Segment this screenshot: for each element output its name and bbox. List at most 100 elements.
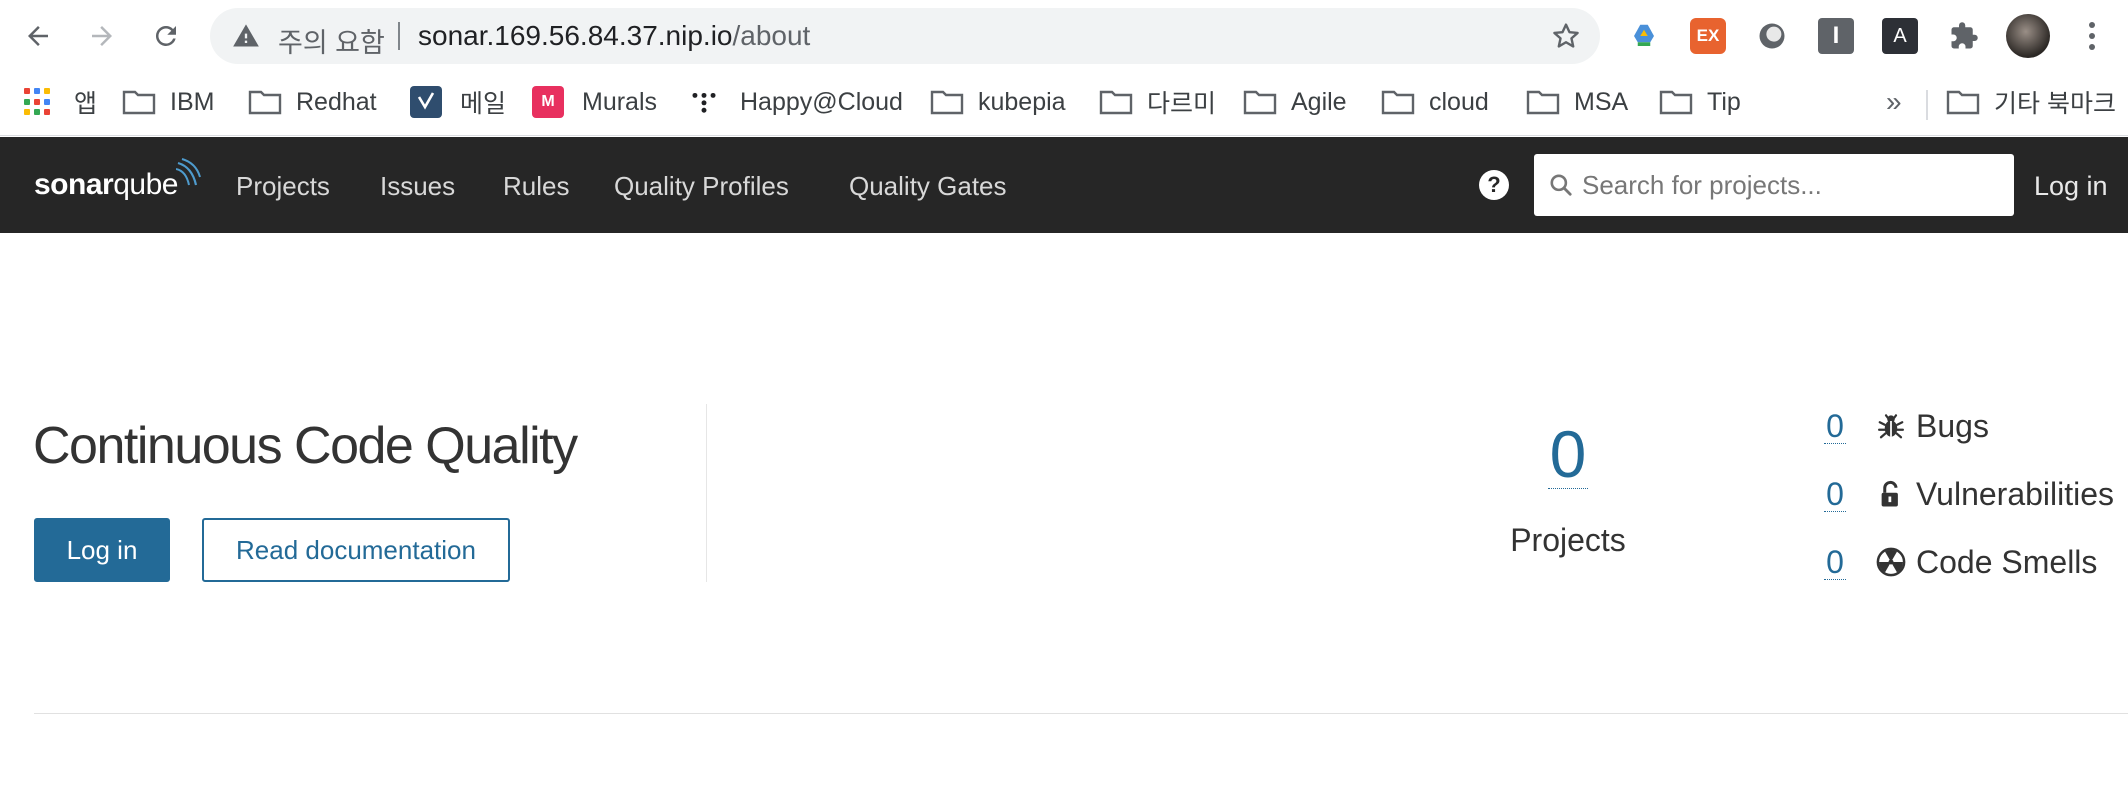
circle-orb-icon xyxy=(1759,23,1785,49)
folder-icon xyxy=(122,90,156,115)
bookmark-mail[interactable]: 메일 xyxy=(410,84,506,120)
back-button[interactable] xyxy=(16,14,60,58)
metric-vulnerabilities: 0 Vulnerabilities xyxy=(1824,472,2114,516)
mural-icon: M xyxy=(532,86,564,118)
bookmark-murals[interactable]: M Murals xyxy=(532,84,657,120)
bookmark-folder-cloud[interactable]: cloud xyxy=(1381,84,1489,120)
sonar-waves-icon xyxy=(175,158,201,186)
bookmark-label: Tip xyxy=(1707,87,1741,116)
nav-quality-profiles[interactable]: Quality Profiles xyxy=(614,171,789,202)
forward-arrow-icon xyxy=(92,26,112,46)
radiation-icon xyxy=(1876,547,1906,577)
extension-instapaper[interactable]: I xyxy=(1818,18,1854,54)
bookmark-star-icon[interactable] xyxy=(1550,20,1582,52)
extension-ex[interactable]: EX xyxy=(1690,18,1726,54)
nav-issues[interactable]: Issues xyxy=(380,171,455,202)
address-bar[interactable]: 주의 요함 sonar.169.56.84.37.nip.io/about xyxy=(210,8,1600,64)
extensions-puzzle-button[interactable] xyxy=(1946,18,1982,54)
vulnerabilities-label: Vulnerabilities xyxy=(1916,475,2115,512)
folder-icon xyxy=(930,90,964,115)
folder-icon xyxy=(1099,90,1133,115)
bookmark-label: kubepia xyxy=(978,87,1066,116)
search-input[interactable] xyxy=(1582,154,2002,216)
extension-circle-icon[interactable] xyxy=(1754,18,1790,54)
bookmark-folder-kubepia[interactable]: kubepia xyxy=(930,84,1066,120)
help-icon[interactable]: ? xyxy=(1479,170,1509,200)
nav-rules[interactable]: Rules xyxy=(503,171,569,202)
folder-icon xyxy=(1946,90,1980,115)
lock-open-icon xyxy=(1881,480,1898,507)
bookmark-label: IBM xyxy=(170,87,215,116)
bookmark-label: 메일 xyxy=(460,90,507,118)
back-arrow-icon xyxy=(28,26,48,46)
bookmarks-overflow-button[interactable]: » xyxy=(1886,86,1902,118)
browser-menu-icon[interactable] xyxy=(2080,18,2104,54)
bookmark-folder-darumi[interactable]: 다르미 xyxy=(1099,84,1216,120)
extension-a[interactable]: A xyxy=(1882,18,1918,54)
bookmark-label: Agile xyxy=(1291,87,1347,116)
read-documentation-button[interactable]: Read documentation xyxy=(202,518,510,582)
bookmark-folder-msa[interactable]: MSA xyxy=(1526,84,1628,120)
nav-quality-gates[interactable]: Quality Gates xyxy=(849,171,1007,202)
forward-button[interactable] xyxy=(80,14,124,58)
page-headline: Continuous Code Quality xyxy=(33,417,578,475)
sonarqube-logo[interactable]: sonar qube xyxy=(34,158,202,209)
reload-button[interactable] xyxy=(144,14,188,58)
search-icon xyxy=(1550,174,1572,196)
bookmark-folder-other[interactable]: 기타 북마크 xyxy=(1946,84,2116,120)
code-smells-count[interactable]: 0 xyxy=(1824,545,1846,580)
bookmark-label: 앱 xyxy=(74,90,98,118)
sonarqube-navbar: sonar qube Projects Issues Rules Quality … xyxy=(0,137,2128,233)
mail-app-icon xyxy=(410,86,442,118)
bookmark-folder-redhat[interactable]: Redhat xyxy=(248,84,377,120)
projects-label: Projects xyxy=(1510,522,1626,558)
folder-icon xyxy=(1381,90,1415,115)
warning-icon xyxy=(233,24,259,47)
bookmark-label: 기타 북마크 xyxy=(1994,90,2116,118)
nav-login-link[interactable]: Log in xyxy=(2034,171,2108,202)
logo-text-sonar: sonar xyxy=(34,168,114,201)
bookmark-label: MSA xyxy=(1574,87,1629,116)
bookmarks-separator xyxy=(1926,90,1928,120)
bookmarks-bar: 앱 IBM Redhat 메일 M Murals Happy@Cloud kub… xyxy=(0,72,2128,136)
puzzle-icon xyxy=(1951,22,1978,49)
extension-drive-icon[interactable] xyxy=(1626,18,1662,54)
bookmark-apps[interactable]: 앱 xyxy=(24,84,97,120)
section-divider xyxy=(706,404,707,582)
bookmark-label: 다르미 xyxy=(1147,90,1217,118)
folder-icon xyxy=(1243,90,1277,115)
metric-code-smells: 0 Code Smells xyxy=(1824,540,2097,584)
bookmark-label: Murals xyxy=(582,87,658,116)
nav-projects[interactable]: Projects xyxy=(236,171,330,202)
bookmark-label: Happy@Cloud xyxy=(740,87,903,116)
bookmark-folder-agile[interactable]: Agile xyxy=(1243,84,1347,120)
dots-icon xyxy=(692,92,716,113)
bugs-label: Bugs xyxy=(1916,407,1989,444)
folder-icon xyxy=(1526,90,1560,115)
bugs-count[interactable]: 0 xyxy=(1824,409,1846,444)
logo-text-qube: qube xyxy=(113,168,178,201)
omnibox-separator xyxy=(398,22,400,50)
bookmark-folder-tip[interactable]: Tip xyxy=(1659,84,1741,120)
security-warning-label[interactable]: 주의 요함 xyxy=(278,21,385,60)
bookmark-label: cloud xyxy=(1429,87,1489,116)
url-text[interactable]: sonar.169.56.84.37.nip.io/about xyxy=(418,20,810,52)
bug-icon xyxy=(1878,414,1904,439)
projects-count[interactable]: 0 xyxy=(1548,420,1588,489)
folder-icon xyxy=(248,90,282,115)
project-search[interactable] xyxy=(1534,154,2014,216)
apps-grid-icon xyxy=(24,88,52,116)
drive-upload-icon xyxy=(1634,24,1654,46)
bookmark-folder-ibm[interactable]: IBM xyxy=(122,84,214,120)
bookmark-happy-cloud[interactable]: Happy@Cloud xyxy=(690,84,903,120)
browser-toolbar: 주의 요함 sonar.169.56.84.37.nip.io/about EX… xyxy=(0,0,2128,72)
url-path: /about xyxy=(732,20,811,51)
reload-icon xyxy=(155,25,176,46)
metric-bugs: 0 Bugs xyxy=(1824,404,1989,448)
folder-icon xyxy=(1659,90,1693,115)
profile-avatar[interactable] xyxy=(2006,14,2050,58)
url-host: sonar.169.56.84.37.nip.io xyxy=(418,20,733,51)
bookmark-label: Redhat xyxy=(296,87,377,116)
vulnerabilities-count[interactable]: 0 xyxy=(1824,477,1846,512)
login-button[interactable]: Log in xyxy=(34,518,170,582)
